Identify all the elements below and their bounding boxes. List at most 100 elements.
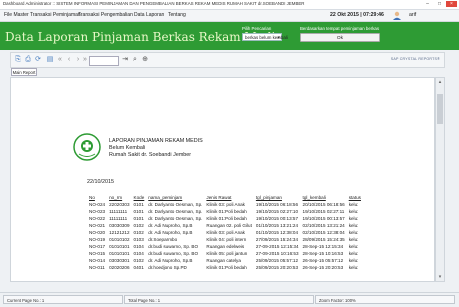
page-number-input[interactable] (89, 56, 119, 66)
table-cell: dr.budi suwarno, Sp. BO (148, 251, 199, 256)
table-row: NO-014 03030301 0102 dr. Adi Nuproho, Sp.B R… (87, 257, 363, 264)
table-cell: 0102 (133, 230, 144, 235)
table-cell: dr.budi suwarno, Sp. BO (148, 244, 199, 249)
table-cell: NO-024 (89, 202, 106, 207)
table-cell: kelu: (348, 251, 359, 256)
user-name[interactable]: arif (409, 12, 416, 18)
scroll-up-icon[interactable]: ▴ (437, 79, 443, 85)
table-row: NO-023 11111111 0101 dr. Darlyanto Oesman, … (87, 208, 363, 215)
table-row: NO-017 01010101 0104 dr.budi suwarno, Sp. B… (87, 243, 363, 250)
table-cell: kelu: (348, 209, 359, 214)
table-cell: kelu: (348, 265, 359, 270)
table-cell: kelu: (348, 202, 359, 207)
table-cell: 26-Sep-15 05:57:12 (302, 258, 344, 263)
table-cell: kelu: (348, 230, 359, 235)
table-cell: 0102 (133, 223, 144, 228)
minimize-icon[interactable]: – (422, 1, 433, 7)
table-cell: Ruangan edelweis (206, 244, 245, 249)
table-cell: 02/10/2015 13:21:24 (302, 223, 345, 228)
scroll-down-icon[interactable]: ▾ (437, 274, 443, 280)
table-cell: 27-09-2015 12:15:34 (255, 244, 299, 249)
table-cell: 26-Sep-15 20:20:53 (302, 265, 344, 270)
find-icon[interactable]: ⌕ (131, 56, 139, 64)
table-cell: 22020303 (109, 202, 130, 207)
report-subtitle: Belum Kembali (109, 145, 146, 151)
export-icon[interactable]: ⎘ (14, 56, 22, 64)
print-icon[interactable]: ⎙ (24, 56, 32, 64)
table-cell: NO-017 (89, 244, 106, 249)
search-filter-group: Pilih Pencarian berkas belum kembali (242, 26, 288, 42)
table-cell: 0101 (133, 202, 144, 207)
table-cell: NO-020 (89, 230, 106, 235)
refresh-icon[interactable]: ⟳ (34, 56, 42, 64)
report-date: 22/10/2015 (87, 179, 114, 185)
table-cell: kelu: (348, 216, 359, 221)
table-cell: 28/09/2015 15:24:35 (302, 237, 345, 242)
scroll-thumb[interactable] (437, 94, 443, 124)
table-cell: Klinik 01:Poli bedah (206, 209, 247, 214)
table-row: NO-020 12121212 0102 dr. Adi Nuproho, Sp.B K… (87, 229, 363, 236)
goto-page-icon[interactable]: ⇥ (121, 56, 129, 64)
status-bar: Current Page No.: 1 Total Page No.: 1 Zo… (0, 292, 459, 307)
search-filter-select[interactable]: berkas belum kembali (242, 33, 288, 42)
table-cell: kelu: (348, 237, 359, 242)
table-cell: kelu: (348, 244, 359, 249)
menu-file-master[interactable]: File Master (4, 12, 29, 18)
vertical-scrollbar[interactable]: ▴ ▾ (435, 77, 445, 282)
table-cell: Klinik 01:Poli bedah (206, 216, 247, 221)
location-filter-label: Berdasarkan tempat peminjaman berkas (300, 26, 380, 31)
toggle-tree-icon[interactable]: ▤ (46, 56, 54, 64)
menu-transaksi-pengembalian[interactable]: Transaksi Pengembalian (78, 12, 133, 18)
menu-transaksi-peminjaman[interactable]: Transaksi Peminjaman (30, 12, 81, 18)
menu-tentang[interactable]: Tentang (168, 12, 186, 18)
menu-data-laporan[interactable]: Data Laporan (134, 12, 164, 18)
table-cell: Klinik 05: poli jantun (206, 251, 248, 256)
table-cell: dr. Darlyanto Oesman, Sp. (148, 202, 203, 207)
table-cell: 27/09/2015 15:24:34 (255, 237, 299, 242)
table-cell: NO-022 (89, 216, 106, 221)
table-cell: 02/10/2015 12:38:04 (302, 230, 345, 235)
ok-button[interactable]: Ok (300, 33, 380, 42)
table-cell: 0104 (133, 251, 144, 256)
maximize-icon[interactable]: □ (434, 1, 445, 7)
table-row: NO-011 02020206 0401 dr.hoedjono Sp.PD Klini… (87, 264, 363, 271)
last-page-icon[interactable]: » (81, 56, 89, 64)
title-bar: Dashboard Administrator :: SISTEM INFORM… (0, 0, 459, 10)
table-cell: dr. Darlyanto Oesman, Sp. (148, 209, 203, 214)
datetime-display: 22 Okt 2015 | 07:29:46 (330, 12, 384, 18)
table-row: NO-022 11111111 0101 dr. Darlyanto Oesman, … (87, 215, 363, 222)
table-cell: 19/10/2015 06:18:56 (255, 202, 299, 207)
table-cell: Ruangan catelya (206, 258, 241, 263)
table-cell: 0101 (133, 209, 144, 214)
table-row: NO-021 03030309 0102 dr. Adi Nuproho, Sp.B R… (87, 222, 363, 229)
table-cell: 0101 (133, 216, 144, 221)
table-cell: kelu: (348, 223, 359, 228)
app-window: Dashboard Administrator :: SISTEM INFORM… (0, 0, 459, 307)
table-cell: 25/09/2015 05:57:12 (255, 258, 299, 263)
column-header: No (89, 195, 95, 200)
table-cell: Ruangan 02. poli Gilut (206, 223, 252, 228)
table-cell: 19/10/2015 02:27:11 (302, 209, 345, 214)
report-toolbar: ⎘ ⎙ ⟳ ▤ « ‹ › » ⇥ ⌕ ⊕ SAP CRYSTAL REPORT… (10, 52, 445, 68)
table-cell: 01/10/2015 12:38:04 (255, 230, 299, 235)
table-cell: dr.Soeparmbo (148, 237, 178, 242)
tab-main-report[interactable]: Main Report (11, 68, 37, 76)
table-cell: 01010101 (109, 251, 130, 256)
current-page-status: Current Page No.: 1 (3, 295, 123, 304)
zoom-icon[interactable]: ⊕ (141, 56, 149, 64)
report-hospital: Rumah Sakit dr. Soebandi Jember (109, 152, 192, 158)
table-cell: 01010101 (109, 244, 130, 249)
first-page-icon[interactable]: « (56, 56, 64, 64)
table-cell: NO-014 (89, 258, 106, 263)
page-title: Data Laporan Pinjaman Berkas Rekam Medis (5, 30, 282, 44)
table-cell: Klinik 04: poli intern (206, 237, 247, 242)
close-icon[interactable]: × (446, 1, 457, 7)
table-cell: 0103 (133, 237, 144, 242)
table-cell: Klinik 03: poli Anak (206, 202, 245, 207)
prev-page-icon[interactable]: ‹ (65, 56, 73, 64)
table-cell: 20/10/2015 06:18:56 (302, 202, 345, 207)
column-header: tgl_kembali (302, 195, 326, 200)
column-header: tgl_pinjaman (255, 195, 282, 200)
column-header: Jenis Rawat (206, 195, 232, 200)
report-title: LAPORAN PINJAMAN REKAM MEDIS (109, 138, 203, 144)
